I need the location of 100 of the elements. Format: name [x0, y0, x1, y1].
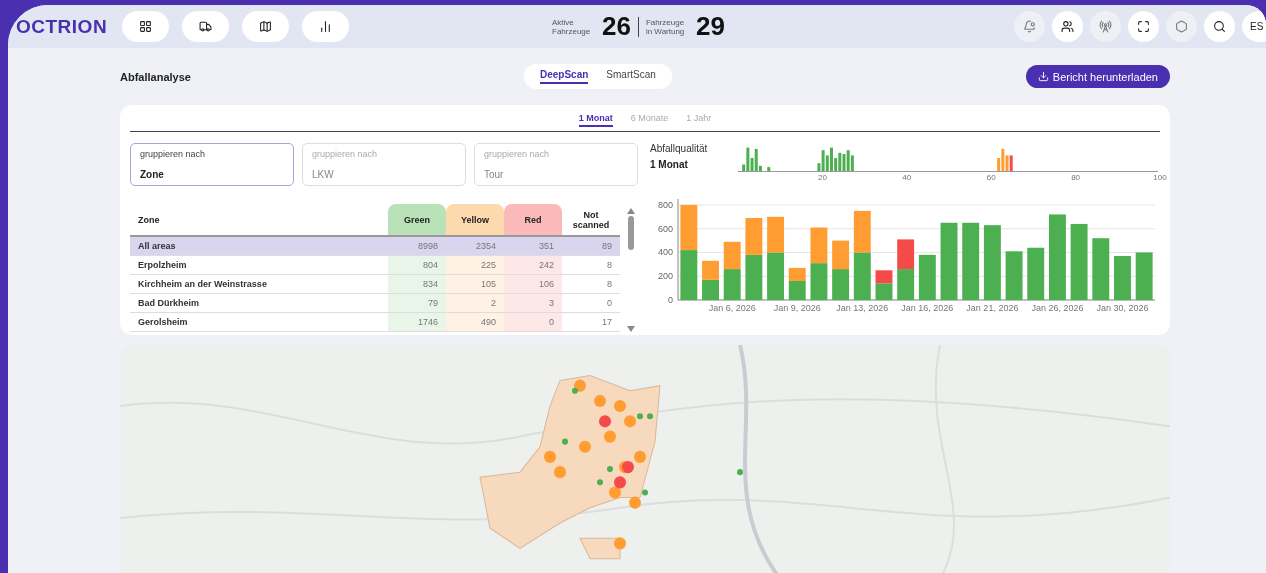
- table-cell: Erpolzheim: [130, 255, 388, 275]
- bar: [810, 263, 828, 300]
- mode-tab[interactable]: DeepScan: [540, 69, 589, 84]
- download-report-button[interactable]: Bericht herunterladen: [1025, 65, 1170, 88]
- table-cell: 0: [562, 293, 620, 313]
- bar: [853, 210, 871, 253]
- users-icon: [1061, 20, 1074, 33]
- antenna-button[interactable]: [1090, 11, 1121, 42]
- bar: [1092, 238, 1110, 300]
- x-axis-label: Jan 30, 2026: [1096, 303, 1149, 313]
- group-by-select[interactable]: gruppieren nach Tour: [474, 143, 638, 186]
- language-button[interactable]: ES: [1242, 11, 1266, 42]
- map-nav-button[interactable]: [242, 11, 289, 42]
- bar: [680, 250, 698, 300]
- fullscreen-icon: [1137, 20, 1150, 33]
- page-title: Abfallanalyse: [120, 70, 192, 83]
- x-axis-label: Jan 21, 2026: [966, 303, 1019, 313]
- bar: [810, 227, 828, 264]
- histogram-axis-label: 60: [986, 173, 996, 182]
- bar: [702, 260, 719, 280]
- mode-tab[interactable]: SmartScan: [606, 69, 656, 84]
- stat-value: 29: [695, 11, 725, 42]
- table-cell: 2354: [446, 236, 504, 256]
- histogram-axis-label: 80: [1071, 173, 1081, 182]
- bar: [875, 270, 893, 284]
- table-cell: 89: [562, 236, 620, 256]
- period-tab[interactable]: 1 Monat: [578, 113, 613, 127]
- histogram-axis-label: 40: [902, 173, 912, 182]
- y-axis-label: 200: [657, 271, 673, 282]
- table-cell: Kirchheim an der Weinstrasse: [130, 274, 388, 294]
- x-axis-label: Jan 9, 2026: [773, 303, 821, 313]
- table-cell: 351: [504, 236, 562, 256]
- settings-icon: [1175, 20, 1188, 33]
- x-axis-label: Jan 6, 2026: [708, 303, 756, 313]
- table-cell: Gerolsheim: [130, 312, 388, 332]
- quality-title: Abfallqualität: [650, 143, 709, 154]
- table-cell: 8: [562, 255, 620, 275]
- scroll-down-icon[interactable]: [627, 326, 635, 332]
- bar: [1005, 251, 1023, 300]
- users-button[interactable]: [1052, 11, 1083, 42]
- bar: [1114, 256, 1131, 300]
- settings-button[interactable]: [1166, 11, 1197, 42]
- column-header: Yellow: [446, 204, 504, 236]
- table-row[interactable]: All areas 8998 2354 351 89: [130, 236, 620, 256]
- stat-label: Aktive Fahrzeuge: [552, 17, 592, 36]
- truck-nav-button[interactable]: [182, 11, 229, 42]
- stat-value: 26: [602, 11, 631, 42]
- search-icon: [1213, 20, 1226, 33]
- table-cell: 8998: [388, 236, 446, 256]
- bar: [723, 241, 741, 270]
- bar: [897, 269, 915, 300]
- bar: [680, 204, 698, 251]
- table-cell: All areas: [130, 236, 388, 256]
- table-cell: 17: [562, 312, 620, 332]
- grid-icon: [139, 20, 152, 33]
- search-button[interactable]: [1204, 11, 1235, 42]
- bar: [832, 269, 850, 300]
- bar: [918, 254, 936, 300]
- bar-chart-icon: [319, 20, 332, 33]
- bar: [788, 267, 806, 281]
- bar: [832, 240, 850, 270]
- group-by-select[interactable]: gruppieren nach LKW: [302, 143, 466, 186]
- bar: [723, 269, 741, 300]
- quality-period: 1 Monat: [650, 159, 689, 170]
- y-axis-label: 800: [657, 199, 673, 210]
- y-axis-label: 400: [657, 247, 673, 258]
- x-axis-label: Jan 16, 2026: [901, 303, 954, 313]
- scrollbar-thumb[interactable]: [628, 216, 634, 250]
- x-axis-label: Jan 13, 2026: [836, 303, 889, 313]
- table-cell: Bad Dürkheim: [130, 293, 388, 313]
- column-header: Green: [388, 204, 446, 236]
- y-axis-label: 0: [668, 295, 673, 305]
- bar: [767, 252, 784, 300]
- bar: [853, 252, 871, 300]
- bar: [897, 239, 915, 270]
- bar: [875, 283, 893, 300]
- histogram-axis-label: 20: [817, 173, 827, 182]
- bar: [1135, 252, 1153, 300]
- fullscreen-button[interactable]: [1128, 11, 1159, 42]
- x-axis-label: Jan 26, 2026: [1031, 303, 1084, 313]
- bell-icon: [1023, 20, 1036, 33]
- download-icon: [1037, 71, 1049, 82]
- bar: [745, 218, 763, 255]
- antenna-icon: [1099, 20, 1112, 33]
- map-icon: [259, 20, 272, 33]
- bar: [788, 281, 806, 300]
- bell-button[interactable]: [1014, 11, 1045, 42]
- truck-icon: [199, 20, 212, 33]
- histogram-axis-label: 100: [1153, 173, 1167, 182]
- scroll-up-icon[interactable]: [627, 208, 635, 214]
- logo: OCTRION: [16, 15, 109, 38]
- grid-nav-button[interactable]: [122, 11, 169, 42]
- table-cell: 8: [562, 274, 620, 294]
- bar: [745, 254, 763, 300]
- bar: [702, 279, 719, 300]
- group-by-select[interactable]: gruppieren nach Zone: [130, 143, 294, 186]
- y-axis-label: 600: [657, 223, 673, 234]
- bar: [1027, 247, 1045, 300]
- column-header: Red: [504, 204, 562, 236]
- bar: [767, 216, 784, 253]
